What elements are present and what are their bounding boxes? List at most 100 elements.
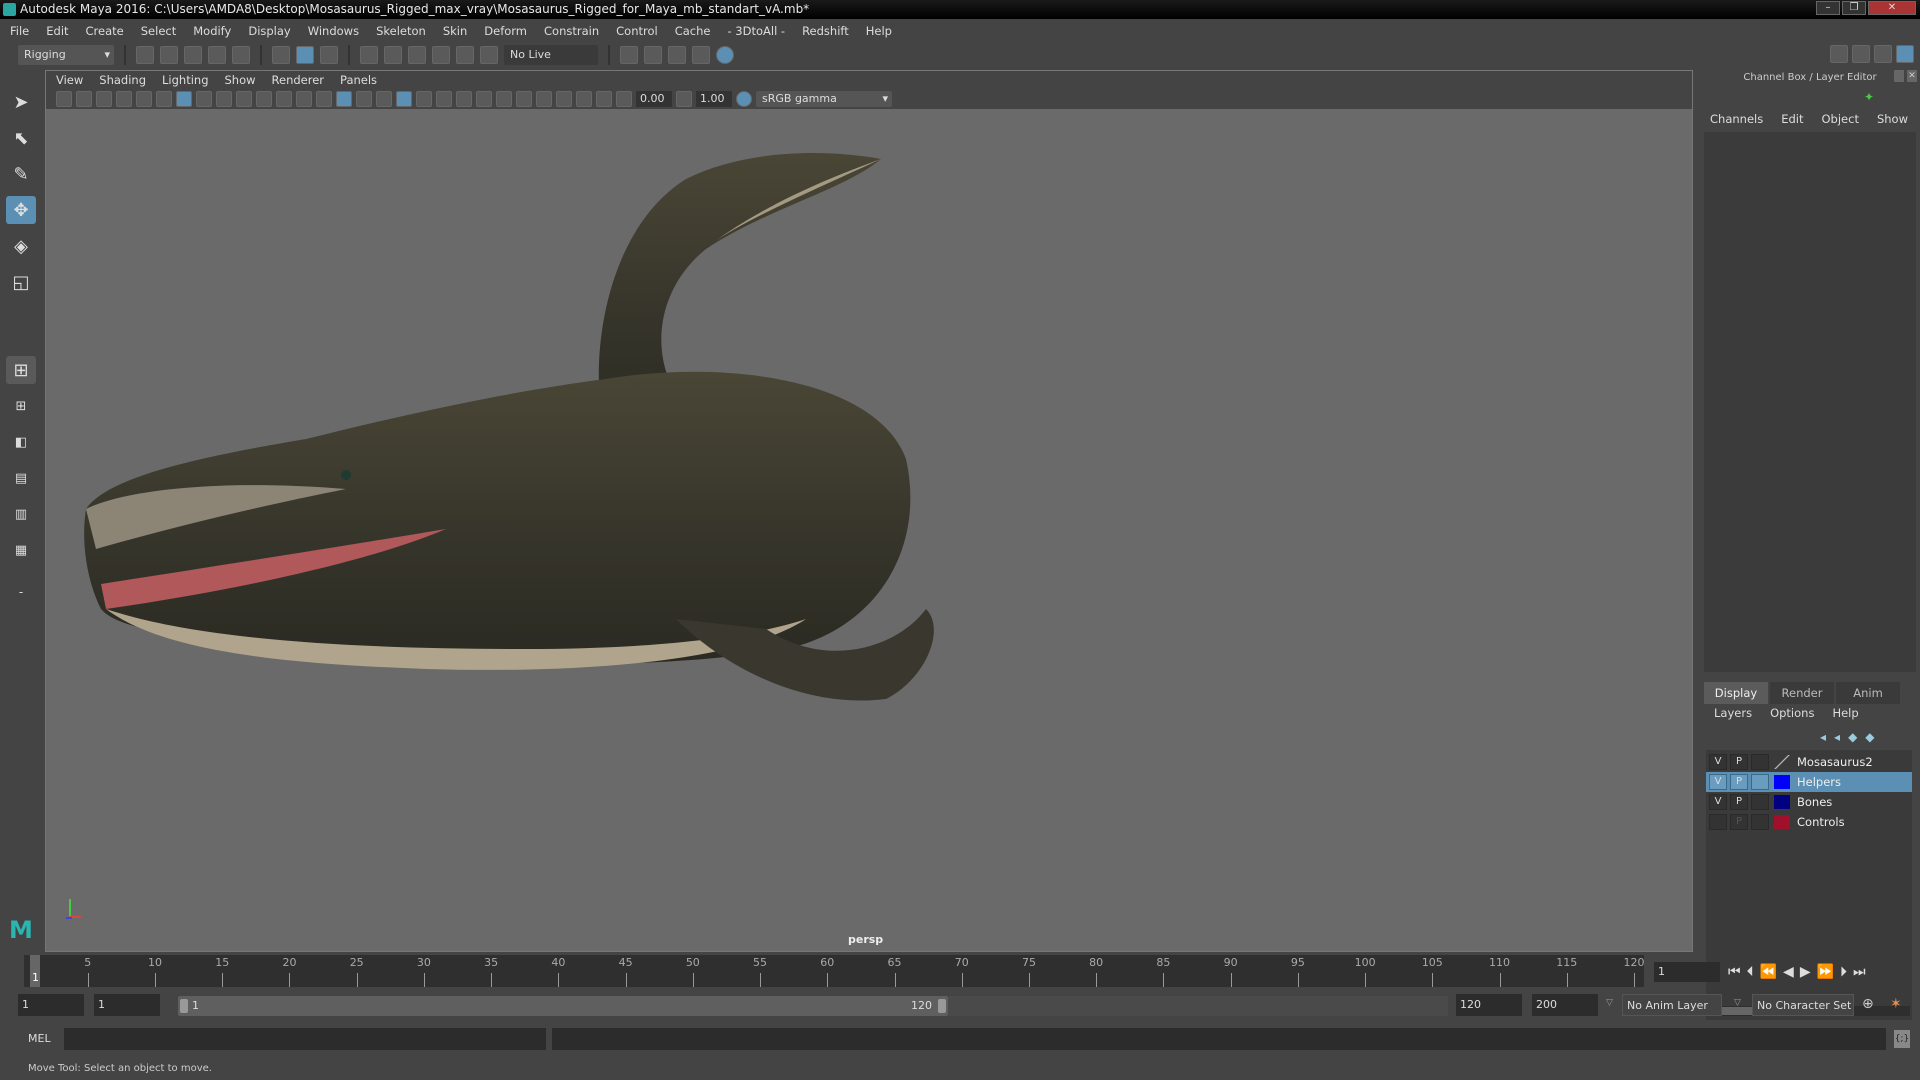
layer-row[interactable]: V P Bones xyxy=(1706,792,1912,812)
lights-icon[interactable] xyxy=(416,91,432,107)
wireframe-icon[interactable] xyxy=(316,91,332,107)
anim-layer-dropdown[interactable]: No Anim Layer xyxy=(1622,994,1722,1016)
layer-row[interactable]: V P Helpers xyxy=(1706,772,1912,792)
layer-color-swatch[interactable] xyxy=(1774,815,1790,829)
playback-toggle[interactable]: P xyxy=(1730,774,1748,790)
layer-color-swatch[interactable] xyxy=(1774,775,1790,789)
lasso-tool-icon[interactable]: ⬉ xyxy=(6,124,36,152)
menu-3dtoall[interactable]: - 3DtoAll - xyxy=(727,24,785,38)
select-tool-icon[interactable]: ➤ xyxy=(6,88,36,116)
snap-view-plane-icon[interactable] xyxy=(432,45,450,64)
two-view-layout-icon[interactable]: ◧ xyxy=(6,428,36,456)
graph-layout-icon[interactable]: ▥ xyxy=(6,500,36,528)
tool-settings-icon[interactable] xyxy=(1874,45,1892,63)
grid-icon[interactable] xyxy=(176,91,192,107)
custom-layout-icon[interactable]: - xyxy=(6,578,36,606)
select-component-icon[interactable] xyxy=(320,45,338,64)
maximize-button[interactable]: ❐ xyxy=(1842,1,1866,15)
step-back-key-icon[interactable]: ⏪ xyxy=(1760,964,1777,980)
close-button[interactable]: ✕ xyxy=(1868,1,1916,15)
field-chart-icon[interactable] xyxy=(256,91,272,107)
menu-windows[interactable]: Windows xyxy=(308,24,359,38)
render-frame-icon[interactable] xyxy=(644,45,662,64)
xray-components-icon[interactable] xyxy=(596,91,612,107)
play-forwards-icon[interactable]: ▶ xyxy=(1800,964,1811,980)
3d-view[interactable]: persp xyxy=(46,109,1692,951)
play-backwards-icon[interactable]: ◀ xyxy=(1783,964,1794,980)
manipulator-axis-icon[interactable]: ✦ xyxy=(1864,90,1876,104)
textured-icon[interactable] xyxy=(396,91,412,107)
open-scene-icon[interactable] xyxy=(160,45,178,64)
camera-attributes-icon[interactable] xyxy=(76,91,92,107)
panel-menu-panels[interactable]: Panels xyxy=(340,73,377,87)
visibility-toggle[interactable] xyxy=(1709,814,1727,830)
visibility-toggle[interactable]: V xyxy=(1709,754,1727,770)
attribute-editor-icon[interactable] xyxy=(1852,45,1870,63)
depth-of-field-icon[interactable] xyxy=(516,91,532,107)
display-type-toggle[interactable] xyxy=(1751,814,1769,830)
display-type-toggle[interactable] xyxy=(1751,774,1769,790)
redo-icon[interactable] xyxy=(232,45,250,64)
menu-file[interactable]: File xyxy=(10,24,29,38)
step-forward-key-icon[interactable]: ⏩ xyxy=(1817,964,1834,980)
film-gate-icon[interactable] xyxy=(196,91,212,107)
panel-menu-shading[interactable]: Shading xyxy=(99,73,146,87)
color-management-toggle-icon[interactable] xyxy=(736,91,752,107)
menu-options[interactable]: Options xyxy=(1770,706,1814,720)
minimize-button[interactable]: – xyxy=(1816,1,1840,15)
menu-help[interactable]: Help xyxy=(1832,706,1858,720)
select-object-icon[interactable] xyxy=(296,45,314,64)
scale-tool-icon[interactable]: ◱ xyxy=(6,268,36,296)
outliner-layout-icon[interactable]: ▤ xyxy=(6,464,36,492)
pan-zoom-icon[interactable] xyxy=(136,91,152,107)
visibility-toggle[interactable]: V xyxy=(1709,774,1727,790)
panel-menu-show[interactable]: Show xyxy=(225,73,256,87)
start-time-field[interactable]: 1 xyxy=(18,994,84,1016)
layer-color-swatch[interactable] xyxy=(1774,755,1790,769)
motion-blur-icon[interactable] xyxy=(476,91,492,107)
safe-title-icon[interactable] xyxy=(296,91,312,107)
ambient-occlusion-icon[interactable] xyxy=(456,91,472,107)
exposure-field[interactable]: 0.00 xyxy=(636,91,672,107)
float-panel-icon[interactable] xyxy=(1894,70,1904,82)
menu-edit[interactable]: Edit xyxy=(46,24,68,38)
snap-curve-icon[interactable] xyxy=(384,45,402,64)
menu-show[interactable]: Show xyxy=(1877,112,1908,126)
panel-menu-renderer[interactable]: Renderer xyxy=(272,73,325,87)
wireframe-on-shaded-icon[interactable] xyxy=(376,91,392,107)
menu-modify[interactable]: Modify xyxy=(193,24,231,38)
menu-cache[interactable]: Cache xyxy=(675,24,711,38)
new-scene-icon[interactable] xyxy=(136,45,154,64)
rotate-tool-icon[interactable]: ◈ xyxy=(6,232,36,260)
bookmark-icon[interactable] xyxy=(96,91,112,107)
animation-preferences-icon[interactable]: ✶ xyxy=(1890,996,1902,1012)
hypershade-layout-icon[interactable]: ▦ xyxy=(6,536,36,564)
tab-anim[interactable]: Anim xyxy=(1836,682,1900,704)
playback-toggle[interactable]: P xyxy=(1730,754,1748,770)
playback-toggle[interactable]: P xyxy=(1730,814,1748,830)
move-layer-up-icon[interactable]: ◂ xyxy=(1820,730,1826,744)
playback-start-field[interactable]: 1 xyxy=(94,994,160,1016)
four-view-layout-icon[interactable]: ⊞ xyxy=(6,392,36,420)
paint-select-tool-icon[interactable]: ✎ xyxy=(6,160,36,188)
gate-mask-icon[interactable] xyxy=(236,91,252,107)
panel-menu-lighting[interactable]: Lighting xyxy=(162,73,208,87)
anti-aliasing-icon[interactable] xyxy=(496,91,512,107)
snap-live-icon[interactable] xyxy=(480,45,498,64)
layer-color-swatch[interactable] xyxy=(1774,795,1790,809)
menu-select[interactable]: Select xyxy=(141,24,176,38)
menu-edit[interactable]: Edit xyxy=(1781,112,1803,126)
tab-render[interactable]: Render xyxy=(1770,682,1834,704)
menu-display[interactable]: Display xyxy=(248,24,290,38)
time-slider[interactable]: 1 5 10 15 20 25 30 35 40 45 50 55 60 65 70 75 80 85 90 95 10… xyxy=(24,955,1645,987)
go-to-end-icon[interactable]: ⏭ xyxy=(1853,964,1866,980)
gamma-icon[interactable] xyxy=(676,91,692,107)
visibility-toggle[interactable]: V xyxy=(1709,794,1727,810)
tab-display[interactable]: Display xyxy=(1704,682,1768,704)
layer-row[interactable]: V P Mosasaurus2 xyxy=(1706,752,1912,772)
end-time-field[interactable]: 200 xyxy=(1532,994,1598,1016)
menu-redshift[interactable]: Redshift xyxy=(802,24,849,38)
xray-icon[interactable] xyxy=(556,91,572,107)
image-plane-icon[interactable] xyxy=(116,91,132,107)
grease-pencil-icon[interactable] xyxy=(156,91,172,107)
